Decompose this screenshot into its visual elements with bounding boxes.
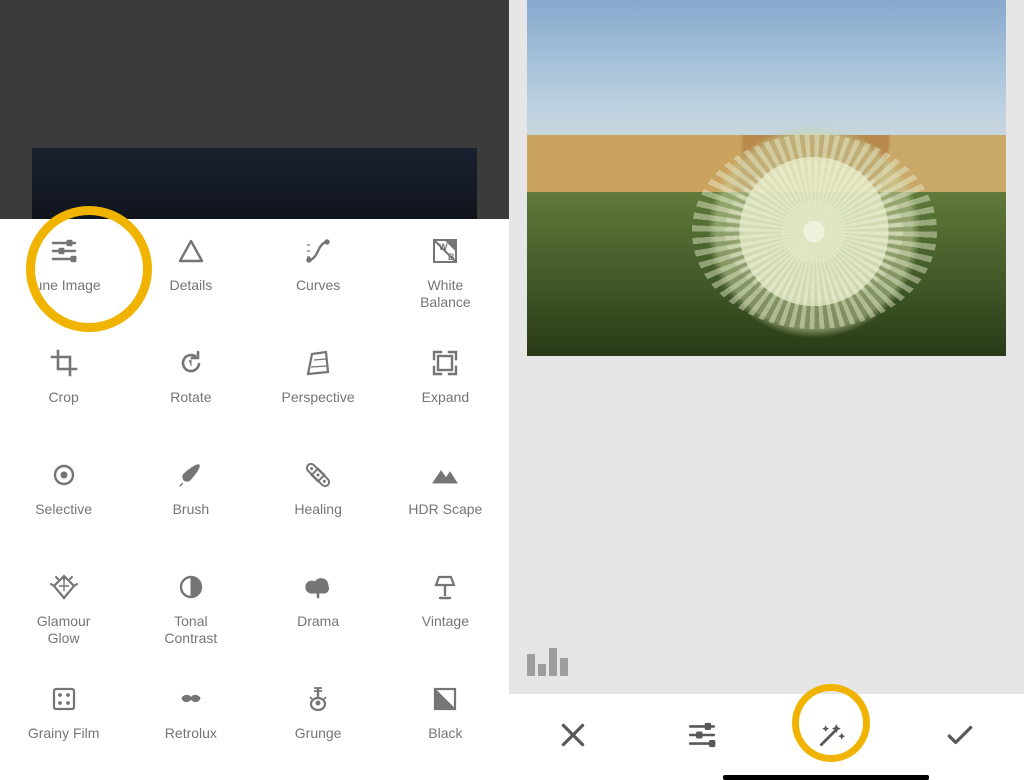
- tool-label: Healing: [290, 501, 345, 518]
- tool-label: Tonal Contrast: [160, 613, 221, 647]
- wb-icon: [431, 237, 459, 265]
- wand-icon: [816, 720, 846, 755]
- tool-label: Grainy Film: [24, 725, 104, 742]
- guitar-icon: [304, 685, 332, 713]
- half-circle-icon: [177, 573, 205, 601]
- tool-label: Glamour Glow: [33, 613, 95, 647]
- close-icon: [558, 720, 588, 755]
- tool-vintage[interactable]: Vintage: [382, 555, 509, 667]
- tool-retrolux[interactable]: Retrolux: [127, 667, 254, 779]
- cloud-icon: [304, 573, 332, 601]
- crop-icon: [50, 349, 78, 377]
- tool-grainy-film[interactable]: Grainy Film: [0, 667, 127, 779]
- tool-label: Black: [424, 725, 466, 742]
- tool-expand[interactable]: Expand: [382, 331, 509, 443]
- tool-label: Details: [165, 277, 216, 294]
- tool-label: Expand: [418, 389, 473, 406]
- tool-glamour-glow[interactable]: Glamour Glow: [0, 555, 127, 667]
- tool-tonal-contrast[interactable]: Tonal Contrast: [127, 555, 254, 667]
- toolbar-auto-button[interactable]: [801, 707, 861, 767]
- tools-pane: Tune Image Details Curves White Balance Crop…: [0, 0, 509, 780]
- tool-hdr-scape[interactable]: HDR Scape: [382, 443, 509, 555]
- tools-sheet: Tune Image Details Curves White Balance Crop…: [0, 219, 509, 780]
- sliders-icon: [687, 720, 717, 755]
- tool-label: Curves: [292, 277, 344, 294]
- tool-label: Selective: [31, 501, 96, 518]
- tool-healing[interactable]: Healing: [255, 443, 382, 555]
- rotate-icon: [177, 349, 205, 377]
- left-image-preview: [32, 148, 477, 219]
- histogram-icon[interactable]: [527, 646, 573, 676]
- edited-image: [527, 0, 1006, 356]
- toolbar-cancel-button[interactable]: [543, 707, 603, 767]
- target-icon: [50, 461, 78, 489]
- tool-white-balance[interactable]: White Balance: [382, 219, 509, 331]
- expand-icon: [431, 349, 459, 377]
- editor-pane: [509, 0, 1024, 780]
- lamp-icon: [431, 573, 459, 601]
- bandage-icon: [304, 461, 332, 489]
- tool-label: HDR Scape: [404, 501, 486, 518]
- mountains-icon: [431, 461, 459, 489]
- left-image-preview-backdrop: [0, 0, 509, 219]
- tool-label: Tune Image: [23, 277, 105, 294]
- tool-label: Crop: [44, 389, 82, 406]
- toolbar-apply-button[interactable]: [930, 707, 990, 767]
- perspective-icon: [304, 349, 332, 377]
- tool-label: Vintage: [418, 613, 473, 630]
- tool-label: Retrolux: [161, 725, 221, 742]
- tool-label: Perspective: [278, 389, 359, 406]
- tool-brush[interactable]: Brush: [127, 443, 254, 555]
- tool-curves[interactable]: Curves: [255, 219, 382, 331]
- diamond-icon: [50, 573, 78, 601]
- tool-tune-image[interactable]: Tune Image: [0, 219, 127, 331]
- mustache-icon: [177, 685, 205, 713]
- triangle-icon: [177, 237, 205, 265]
- active-tab-underline: [723, 775, 929, 780]
- tool-selective[interactable]: Selective: [0, 443, 127, 555]
- tool-crop[interactable]: Crop: [0, 331, 127, 443]
- tool-label: Drama: [293, 613, 343, 630]
- tool-grunge[interactable]: Grunge: [255, 667, 382, 779]
- tool-rotate[interactable]: Rotate: [127, 331, 254, 443]
- tool-label: Rotate: [166, 389, 215, 406]
- tool-label: White Balance: [416, 277, 475, 311]
- tool-details[interactable]: Details: [127, 219, 254, 331]
- contrast-sq-icon: [431, 685, 459, 713]
- tool-label: Brush: [169, 501, 214, 518]
- check-icon: [945, 720, 975, 755]
- sliders-icon: [50, 237, 78, 265]
- editor-toolbar: [509, 694, 1024, 780]
- film-icon: [50, 685, 78, 713]
- brush-icon: [177, 461, 205, 489]
- curves-icon: [304, 237, 332, 265]
- tool-perspective[interactable]: Perspective: [255, 331, 382, 443]
- tool-black[interactable]: Black: [382, 667, 509, 779]
- toolbar-tune-button[interactable]: [672, 707, 732, 767]
- tool-drama[interactable]: Drama: [255, 555, 382, 667]
- tool-label: Grunge: [291, 725, 346, 742]
